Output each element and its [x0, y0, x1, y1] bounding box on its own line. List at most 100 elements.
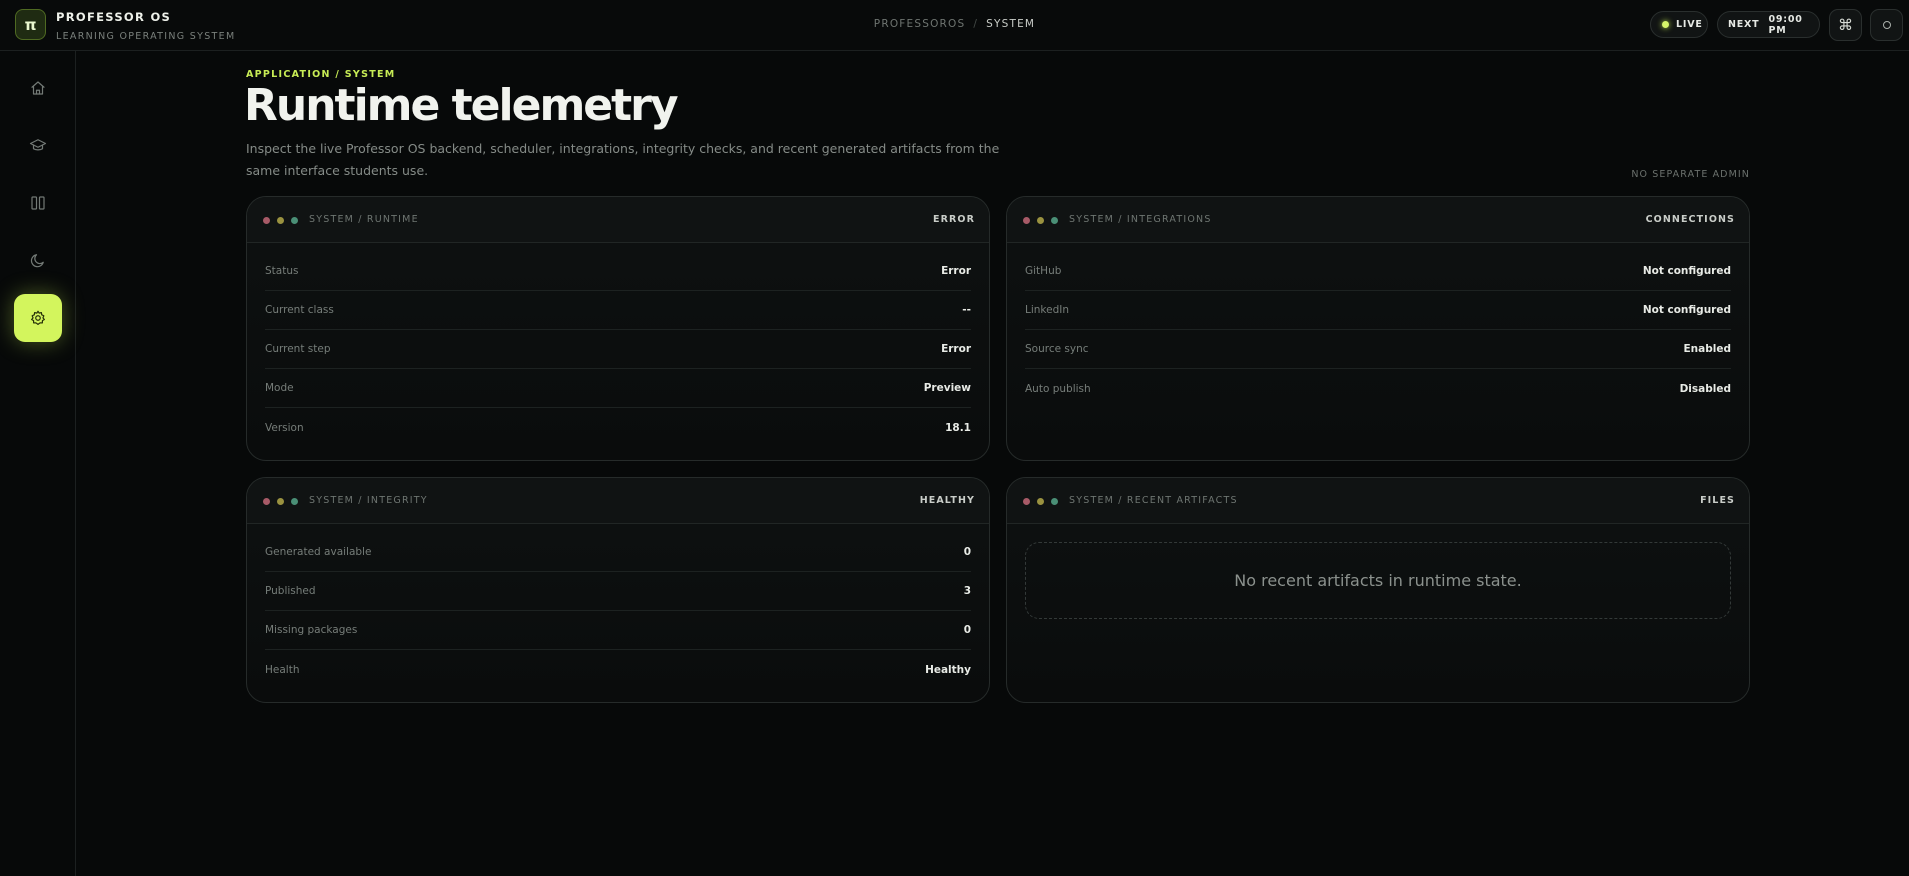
table-row: Mode Preview	[265, 369, 971, 408]
live-label: LIVE	[1676, 19, 1703, 30]
row-value: Error	[941, 265, 971, 277]
table-row: Current step Error	[265, 330, 971, 369]
panel-title: SYSTEM / INTEGRITY	[309, 495, 428, 506]
row-label: Generated available	[265, 546, 372, 558]
red-dot-icon	[1023, 498, 1030, 505]
row-value: 0	[963, 624, 971, 636]
row-label: Source sync	[1025, 343, 1089, 355]
row-label: Version	[265, 421, 304, 434]
red-dot-icon	[263, 498, 270, 505]
gear-icon	[31, 310, 45, 325]
yellow-dot-icon	[1037, 217, 1044, 224]
graduation-cap-icon	[29, 139, 47, 151]
table-row: Auto publish Disabled	[1025, 369, 1731, 408]
row-label: LinkedIn	[1025, 304, 1070, 316]
moon-icon	[30, 254, 44, 268]
admin-note: NO SEPARATE ADMIN	[1631, 169, 1750, 180]
table-row: Health Healthy	[265, 650, 971, 689]
sidebar-item-home[interactable]	[14, 64, 62, 112]
row-value: Error	[941, 343, 971, 355]
window-dots	[263, 217, 298, 224]
status-badge: FILES	[1700, 495, 1735, 506]
row-value: 18.1	[945, 421, 971, 434]
sidebar-item-classes[interactable]	[14, 121, 62, 169]
green-dot-icon	[1051, 498, 1058, 505]
live-status-pill[interactable]: LIVE	[1650, 11, 1708, 38]
green-dot-icon	[291, 498, 298, 505]
runtime-panel: SYSTEM / RUNTIME ERROR Status Error Curre…	[246, 196, 990, 461]
panel-title: SYSTEM / RECENT ARTIFACTS	[1069, 495, 1238, 506]
panel-header: SYSTEM / INTEGRATIONS CONNECTIONS	[1007, 197, 1749, 243]
breadcrumb-root[interactable]: PROFESSOROS	[874, 18, 966, 30]
yellow-dot-icon	[277, 217, 284, 224]
theme-toggle-button[interactable]	[1870, 9, 1903, 41]
status-badge: HEALTHY	[919, 495, 975, 506]
row-value: 0	[963, 546, 971, 558]
row-value: Not configured	[1642, 265, 1731, 277]
row-label: Auto publish	[1025, 382, 1091, 395]
red-dot-icon	[263, 217, 270, 224]
row-value: Healthy	[925, 663, 971, 676]
status-badge: ERROR	[932, 214, 975, 225]
sidebar-item-library[interactable]	[14, 179, 62, 227]
next-session-pill[interactable]: NEXT 09:00 PM	[1717, 11, 1820, 38]
row-value: Disabled	[1679, 382, 1731, 395]
row-label: Status	[265, 265, 299, 277]
row-value: Preview	[923, 382, 971, 394]
table-row: Current class --	[265, 291, 971, 330]
row-label: Missing packages	[265, 624, 358, 636]
table-row: Generated available 0	[265, 533, 971, 572]
integrity-panel: SYSTEM / INTEGRITY HEALTHY Generated ava…	[246, 477, 990, 703]
row-label: GitHub	[1025, 265, 1062, 277]
table-row: Version 18.1	[265, 408, 971, 447]
row-label: Health	[265, 663, 300, 676]
window-dots	[1023, 498, 1058, 505]
page-description: Inspect the live Professor OS backend, s…	[246, 141, 1000, 178]
table-row: Status Error	[265, 252, 971, 291]
panel-title: SYSTEM / INTEGRATIONS	[1069, 214, 1212, 225]
panel-header: SYSTEM / INTEGRITY HEALTHY	[247, 478, 989, 524]
table-row: Missing packages 0	[265, 611, 971, 650]
breadcrumb-current: SYSTEM	[986, 18, 1036, 30]
sidebar-item-night[interactable]	[14, 236, 62, 284]
row-label: Current step	[265, 343, 331, 355]
row-label: Current class	[265, 304, 334, 316]
live-dot-icon	[1662, 21, 1669, 28]
row-label: Published	[265, 585, 316, 597]
window-dots	[263, 498, 298, 505]
artifacts-panel: SYSTEM / RECENT ARTIFACTS FILES No recen…	[1006, 477, 1750, 703]
page-title: Runtime telemetry	[244, 80, 679, 131]
yellow-dot-icon	[1037, 498, 1044, 505]
panel-header: SYSTEM / RECENT ARTIFACTS FILES	[1007, 478, 1749, 524]
sidebar	[0, 51, 76, 876]
panel-header: SYSTEM / RUNTIME ERROR	[247, 197, 989, 243]
app-subtitle: LEARNING OPERATING SYSTEM	[56, 31, 236, 42]
circle-icon	[1882, 21, 1891, 29]
table-row: Published 3	[265, 572, 971, 611]
table-row: GitHub Not configured	[1025, 252, 1731, 291]
command-palette-button[interactable]: ⌘	[1829, 9, 1862, 41]
next-time: 09:00 PM	[1768, 13, 1803, 36]
command-icon: ⌘	[1838, 16, 1853, 34]
sidebar-item-system[interactable]	[14, 294, 62, 342]
yellow-dot-icon	[277, 498, 284, 505]
breadcrumb: PROFESSOROS / SYSTEM	[0, 18, 1909, 30]
page-eyebrow: APPLICATION / SYSTEM	[246, 69, 396, 80]
empty-state: No recent artifacts in runtime state.	[1025, 542, 1731, 619]
home-icon	[31, 81, 45, 95]
book-icon	[31, 196, 45, 210]
red-dot-icon	[1023, 217, 1030, 224]
row-value: Not configured	[1642, 304, 1731, 316]
panel-title: SYSTEM / RUNTIME	[309, 214, 419, 225]
row-value: --	[962, 304, 971, 316]
green-dot-icon	[1051, 217, 1058, 224]
status-badge: CONNECTIONS	[1645, 214, 1735, 225]
green-dot-icon	[291, 217, 298, 224]
row-value: Enabled	[1683, 343, 1732, 355]
row-label: Mode	[265, 382, 294, 394]
window-dots	[1023, 217, 1058, 224]
next-label: NEXT	[1728, 19, 1760, 30]
table-row: Source sync Enabled	[1025, 330, 1731, 369]
integrations-panel: SYSTEM / INTEGRATIONS CONNECTIONS GitHub…	[1006, 196, 1750, 461]
row-value: 3	[963, 585, 971, 597]
